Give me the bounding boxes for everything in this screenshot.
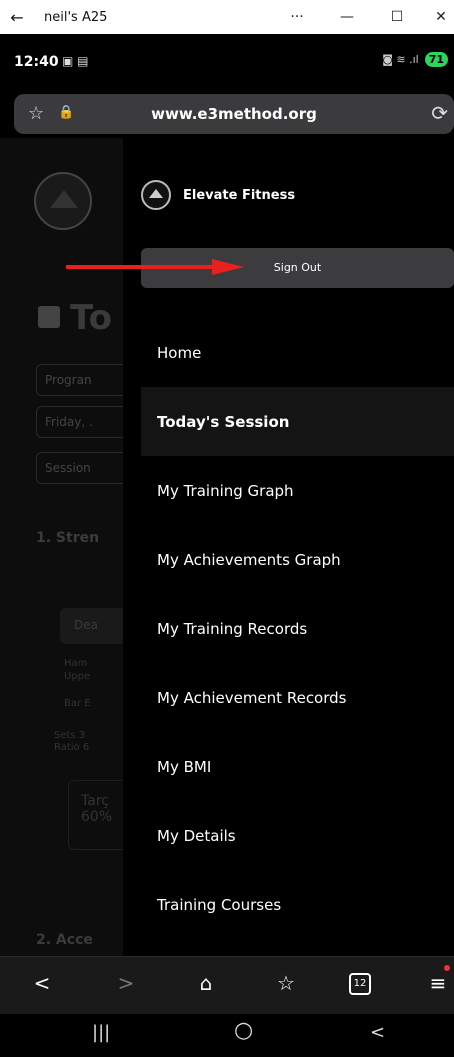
address-bar-container: ☆ 🔒 www.e3method.org ⟳ [0,86,454,138]
brand-logo-icon [141,180,171,210]
browser-toolbar: < > ⌂ ☆ 12 ≡ [0,956,454,1014]
section-heading-1: 1. Stren [36,530,100,546]
recents-button[interactable]: ||| [92,1022,110,1043]
forward-button[interactable]: > [108,971,144,1001]
annotation-arrow-icon [66,259,244,275]
battery-badge: 71 [424,52,448,67]
menu-item-details[interactable]: My Details [141,801,454,870]
brand-name: Elevate Fitness [183,187,296,203]
back-button[interactable]: < [24,971,60,1001]
more-icon[interactable]: ··· [280,0,314,34]
menu-item-training-courses[interactable]: Training Courses [141,870,454,939]
date-pill: Friday, . [36,406,136,438]
page-title-fragment: To [70,298,113,338]
bg-text-2: Uppe [64,671,91,682]
menu-icon[interactable]: ≡ [420,971,454,1001]
bg-text-4: Sets 3 [54,730,86,741]
bg-text-1: Ham [64,658,88,669]
bg-text-3: Bar E [64,698,91,709]
brand[interactable]: Elevate Fitness [141,180,295,210]
section-heading-2: 2. Acce [36,932,93,948]
drawer-menu: Home Today's Session My Training Graph M… [141,318,454,939]
window-title: neil's A25 [44,9,108,25]
site-logo [34,172,92,230]
back-arrow-icon[interactable]: ← [0,8,34,27]
menu-item-achievements-graph[interactable]: My Achievements Graph [141,525,454,594]
menu-item-training-graph[interactable]: My Training Graph [141,456,454,525]
home-button[interactable]: ○ [234,1018,253,1043]
system-back-button[interactable]: < [370,1022,385,1043]
program-pill: Progran [36,364,136,396]
calendar-icon [38,306,60,328]
reload-icon[interactable]: ⟳ [431,101,448,125]
menu-item-achievement-records[interactable]: My Achievement Records [141,663,454,732]
home-icon[interactable]: ⌂ [188,971,224,1001]
android-nav-bar: ||| ○ < [0,1014,454,1057]
status-right: ◙ ≋ .ıl 71 [382,52,448,67]
notification-icons: ▣ ▤ [62,54,89,68]
window-titlebar: ← neil's A25 ··· — ☐ ✕ [0,0,454,34]
minimize-button[interactable]: — [330,0,364,34]
tabs-button[interactable]: 12 [349,973,371,995]
status-time: 12:40 [14,54,59,70]
screen: ← neil's A25 ··· — ☐ ✕ 12:40 ▣ ▤ ◙ ≋ .ıl… [0,0,454,1057]
menu-item-bmi[interactable]: My BMI [141,732,454,801]
url-text[interactable]: www.e3method.org [14,105,454,123]
menu-item-todays-session[interactable]: Today's Session [141,387,454,456]
maximize-button[interactable]: ☐ [380,0,414,34]
notification-dot [444,965,450,971]
bg-text-5: Ratio 6 [54,742,90,753]
close-button[interactable]: ✕ [428,0,454,34]
favorites-icon[interactable]: ☆ [268,971,304,1001]
status-bar: 12:40 ▣ ▤ ◙ ≋ .ıl 71 [0,34,454,86]
address-bar[interactable]: ☆ 🔒 www.e3method.org ⟳ [14,94,454,134]
menu-item-home[interactable]: Home [141,318,454,387]
session-pill: Session [36,452,136,484]
signal-icons: ◙ ≋ .ıl [382,53,419,66]
menu-item-training-records[interactable]: My Training Records [141,594,454,663]
